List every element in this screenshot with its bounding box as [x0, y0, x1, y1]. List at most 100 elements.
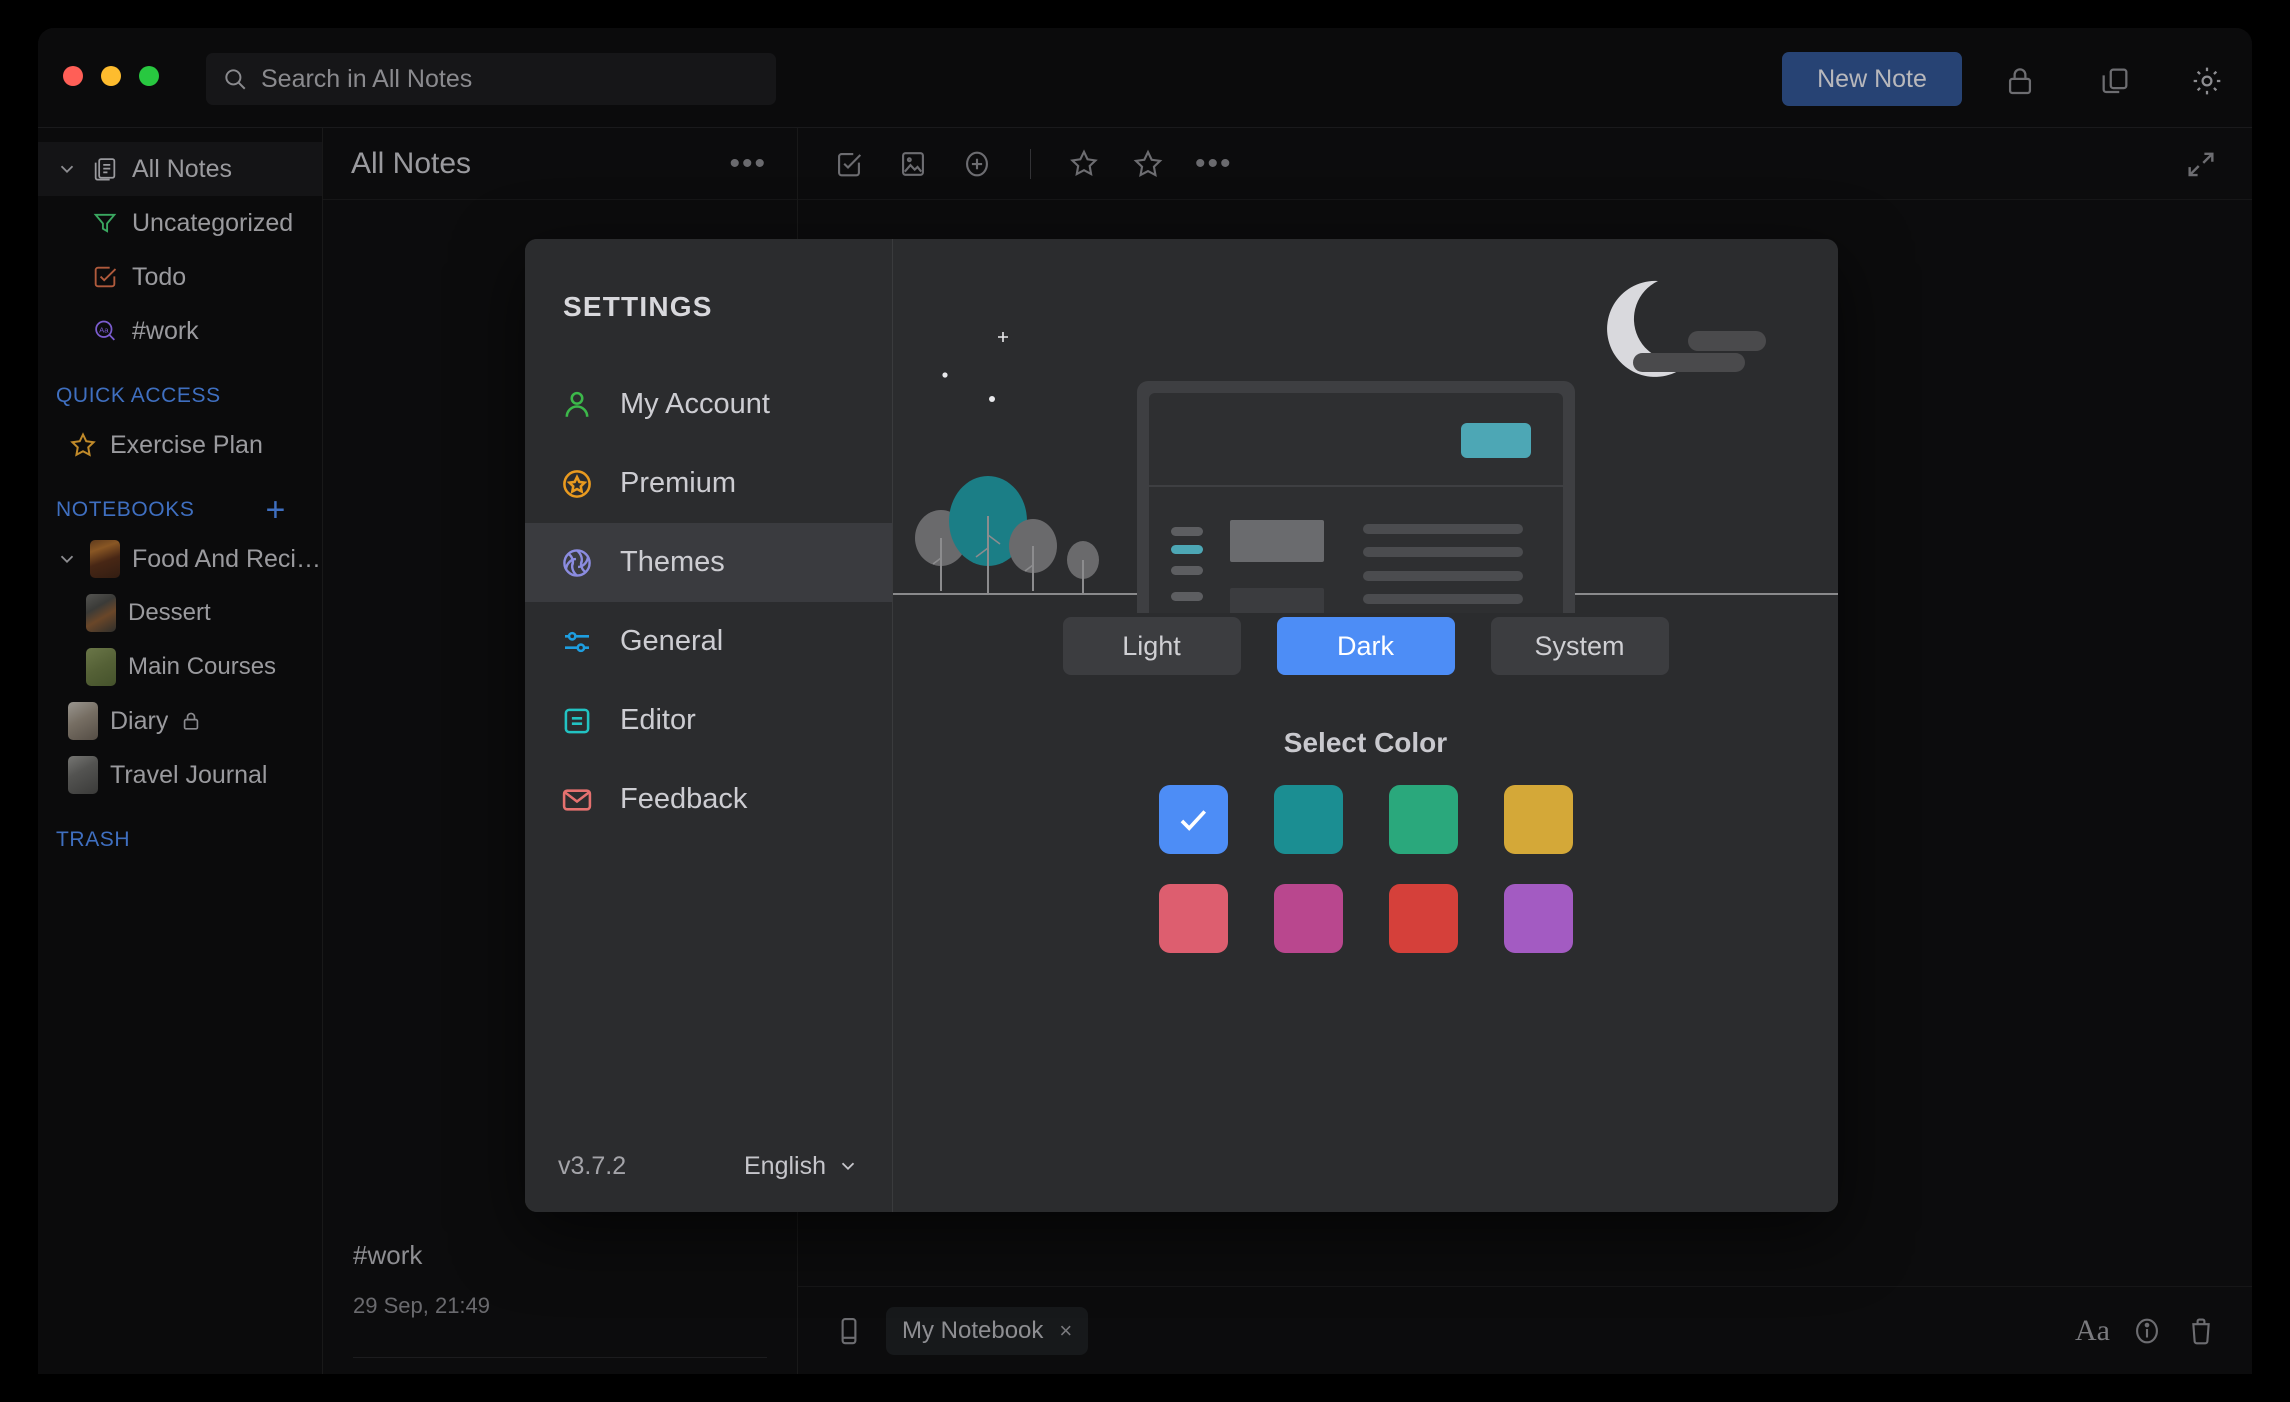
traffic-lights [63, 66, 159, 86]
accent-swatch-2[interactable] [1389, 785, 1458, 854]
pin-icon[interactable] [1067, 147, 1101, 181]
accent-color-grid [1159, 785, 1573, 953]
sidebar-label-work-tag: #work [132, 317, 199, 346]
close-icon[interactable]: × [1059, 1318, 1072, 1344]
editor-more-button[interactable]: ••• [1195, 147, 1233, 181]
version-label: v3.7.2 [558, 1152, 626, 1181]
sidebar-label-uncategorized: Uncategorized [132, 209, 293, 238]
notebook-thumbnail [86, 648, 116, 686]
lock-icon[interactable] [2003, 64, 2037, 98]
editor-toolbar: ••• [798, 128, 2252, 200]
settings-nav-label: Premium [620, 467, 736, 500]
checklist-icon[interactable] [832, 147, 866, 181]
close-window-button[interactable] [63, 66, 83, 86]
new-note-button[interactable]: New Note [1782, 52, 1962, 106]
settings-nav-item-premium[interactable]: Premium [525, 444, 892, 523]
check-icon [1174, 801, 1212, 839]
checkbox-icon [90, 262, 120, 292]
search-input[interactable]: Search in All Notes [206, 53, 776, 105]
sidebar-item-travel-journal[interactable]: Travel Journal [38, 748, 322, 802]
sidebar-item-todo[interactable]: Todo [38, 250, 322, 304]
note-title: #work [353, 1240, 767, 1271]
star-circle-icon [558, 465, 596, 503]
notebook-chip-label: My Notebook [902, 1317, 1043, 1345]
user-icon [558, 386, 596, 424]
sidebar-label-todo: Todo [132, 263, 186, 292]
sidebar-item-uncategorized[interactable]: Uncategorized [38, 196, 322, 250]
duplicate-icon[interactable] [2098, 64, 2132, 98]
star-icon[interactable] [1131, 147, 1165, 181]
settings-nav-item-general[interactable]: General [525, 602, 892, 681]
settings-nav-label: Editor [620, 704, 696, 737]
settings-nav-item-my-account[interactable]: My Account [525, 365, 892, 444]
trash-title: TRASH [56, 828, 130, 852]
trash-header[interactable]: TRASH [38, 802, 322, 862]
sidebar-item-all-notes[interactable]: All Notes [38, 142, 322, 196]
accent-swatch-3[interactable] [1504, 785, 1573, 854]
notes-icon [90, 154, 120, 184]
accent-swatch-6[interactable] [1389, 884, 1458, 953]
accent-swatch-7[interactable] [1504, 884, 1573, 953]
settings-nav-item-themes[interactable]: Themes [525, 523, 892, 602]
settings-nav-list: My Account Premium [525, 365, 892, 839]
notebook-thumbnail [86, 594, 116, 632]
list-divider [353, 1357, 767, 1358]
aperture-icon [558, 544, 596, 582]
settings-nav-label: General [620, 625, 723, 658]
sidebar-label-exercise-plan: Exercise Plan [110, 431, 263, 460]
chevron-down-icon [56, 158, 78, 180]
notebook-thumbnail [68, 756, 98, 794]
sliders-icon [558, 623, 596, 661]
image-icon[interactable] [896, 147, 930, 181]
list-item[interactable]: #work 29 Sep, 21:49 [323, 1218, 797, 1358]
expand-icon[interactable] [2184, 147, 2218, 181]
settings-nav-item-feedback[interactable]: Feedback [525, 760, 892, 839]
sidebar-item-exercise-plan[interactable]: Exercise Plan [38, 418, 322, 472]
trash-icon[interactable] [2184, 1314, 2218, 1348]
sidebar-item-work-tag[interactable]: Aa #work [38, 304, 322, 358]
settings-footer: v3.7.2 English [525, 1120, 892, 1212]
theme-mode-toggle-group: Light Dark System [893, 617, 1838, 675]
sidebar-item-diary[interactable]: Diary [38, 694, 322, 748]
settings-nav-item-editor[interactable]: Editor [525, 681, 892, 760]
mail-icon [558, 781, 596, 819]
notebooks-title: NOTEBOOKS [56, 498, 194, 522]
notebook-icon[interactable] [832, 1314, 866, 1348]
language-select[interactable]: English [744, 1152, 859, 1181]
sidebar-label-main-courses: Main Courses [128, 653, 276, 681]
settings-nav-panel: SETTINGS My Account [525, 239, 893, 1212]
sidebar-item-dessert[interactable]: Dessert [38, 586, 322, 640]
editor-footer: My Notebook × Aa [798, 1286, 2252, 1374]
notes-list-title: All Notes [351, 147, 471, 181]
accent-swatch-5[interactable] [1274, 884, 1343, 953]
notebook-chip[interactable]: My Notebook × [886, 1307, 1088, 1355]
sidebar-item-food-and-recipes[interactable]: Food And Recipes [38, 532, 322, 586]
sidebar: All Notes Uncategorized Todo [38, 128, 323, 1374]
svg-text:Aa: Aa [99, 326, 109, 335]
notes-list-more-button[interactable]: ••• [729, 147, 767, 181]
sidebar-label-diary: Diary [110, 707, 168, 736]
search-icon [222, 66, 248, 92]
sidebar-label-food-and-recipes: Food And Recipes [132, 545, 322, 574]
theme-illustration [893, 253, 1838, 613]
notebook-thumbnail [90, 540, 120, 578]
accent-swatch-4[interactable] [1159, 884, 1228, 953]
add-circle-icon[interactable] [960, 147, 994, 181]
theme-mode-light-button[interactable]: Light [1063, 617, 1241, 675]
quick-access-title: QUICK ACCESS [56, 384, 221, 408]
chevron-down-icon [837, 1155, 859, 1177]
sidebar-item-main-courses[interactable]: Main Courses [38, 640, 322, 694]
font-size-button[interactable]: Aa [2075, 1314, 2110, 1348]
add-notebook-button[interactable]: + [266, 500, 286, 520]
info-icon[interactable] [2130, 1314, 2164, 1348]
accent-swatch-1[interactable] [1274, 785, 1343, 854]
maximize-window-button[interactable] [139, 66, 159, 86]
minimize-window-button[interactable] [101, 66, 121, 86]
theme-mode-dark-button[interactable]: Dark [1277, 617, 1455, 675]
theme-mode-system-button[interactable]: System [1491, 617, 1669, 675]
lock-icon [180, 710, 202, 732]
gear-icon[interactable] [2190, 64, 2224, 98]
accent-swatch-0[interactable] [1159, 785, 1228, 854]
settings-nav-label: Themes [620, 546, 725, 579]
quick-access-header: QUICK ACCESS [38, 358, 322, 418]
